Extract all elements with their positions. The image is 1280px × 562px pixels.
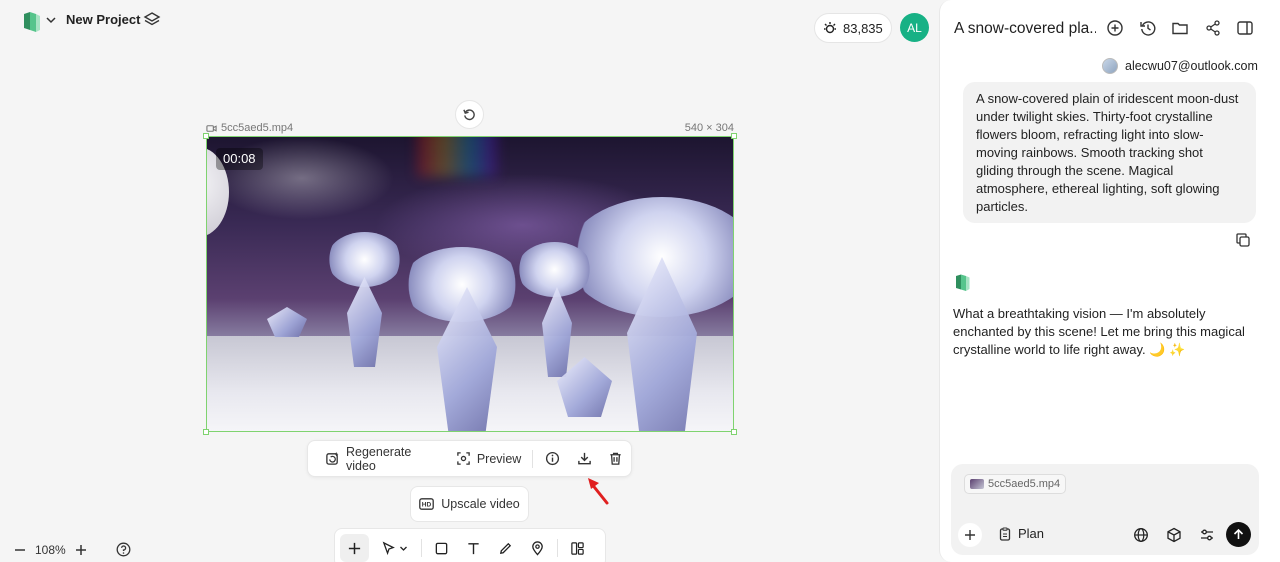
assistant-logo xyxy=(955,273,971,291)
info-button[interactable] xyxy=(537,445,568,473)
share-icon[interactable] xyxy=(1204,19,1222,37)
video-camera-icon xyxy=(206,123,217,134)
preview-icon xyxy=(456,451,471,466)
settings-sliders-icon[interactable] xyxy=(1199,527,1215,543)
user-message-text: A snow-covered plain of iridescent moon-… xyxy=(976,91,1239,214)
resize-handle-bottom-left[interactable] xyxy=(203,429,209,435)
zoom-controls: 108% xyxy=(14,539,87,561)
globe-icon[interactable] xyxy=(1133,527,1149,543)
annotation-arrow-icon xyxy=(585,474,611,506)
pen-tool-button[interactable] xyxy=(491,534,520,562)
resize-handle-top-right[interactable] xyxy=(731,133,737,139)
info-icon xyxy=(545,451,560,466)
pin-tool-button[interactable] xyxy=(523,534,552,562)
new-chat-icon[interactable] xyxy=(1106,19,1124,37)
video-crystal xyxy=(267,307,307,337)
toolbar-divider xyxy=(557,539,558,557)
reset-rotation-button[interactable] xyxy=(455,100,484,129)
attachment-chip[interactable]: 5cc5aed5.mp4 xyxy=(964,474,1067,494)
user-avatar[interactable]: AL xyxy=(900,13,929,42)
plan-label: Plan xyxy=(1018,526,1045,541)
text-tool-button[interactable] xyxy=(459,534,488,562)
delete-button[interactable] xyxy=(600,445,631,473)
regenerate-icon xyxy=(325,451,340,466)
user-message-bubble: A snow-covered plain of iridescent moon-… xyxy=(963,82,1256,223)
zoom-in-button[interactable] xyxy=(75,544,87,556)
help-icon[interactable] xyxy=(116,542,131,557)
regenerate-video-label: Regenerate video xyxy=(346,444,412,473)
video-action-bar: Regenerate video Preview xyxy=(307,440,632,477)
chat-title: A snow-covered pla... xyxy=(954,20,1096,37)
zoom-level[interactable]: 108% xyxy=(35,543,66,557)
layout-grid-icon xyxy=(570,541,585,556)
video-frame[interactable] xyxy=(206,136,734,432)
video-file-label: 5cc5aed5.mp4 xyxy=(206,122,293,134)
upscale-video-button[interactable]: HD Upscale video xyxy=(410,486,529,522)
author-avatar xyxy=(1102,58,1118,74)
author-email: alecwu07@outlook.com xyxy=(1125,59,1258,73)
message-author: alecwu07@outlook.com xyxy=(1102,58,1258,74)
pencil-icon xyxy=(498,541,513,556)
clipboard-icon xyxy=(998,526,1012,541)
credits-count: 83,835 xyxy=(843,20,883,36)
send-button[interactable] xyxy=(1226,522,1251,547)
layers-icon[interactable] xyxy=(143,11,161,29)
select-tool-button[interactable] xyxy=(372,534,416,562)
layout-tool-button[interactable] xyxy=(563,534,592,562)
video-timestamp: 00:08 xyxy=(216,148,263,170)
video-dimensions: 540 × 304 xyxy=(684,122,734,134)
video-crystal xyxy=(347,277,382,367)
video-rainbow xyxy=(417,137,497,177)
video-crystal-flower xyxy=(517,242,592,297)
cursor-icon xyxy=(381,541,396,556)
rectangle-tool-button[interactable] xyxy=(427,534,456,562)
square-icon xyxy=(434,541,449,556)
location-pin-icon xyxy=(530,540,545,556)
attachment-thumbnail xyxy=(970,479,984,489)
cube-icon[interactable] xyxy=(1166,527,1182,543)
svg-text:HD: HD xyxy=(422,502,432,509)
folder-icon[interactable] xyxy=(1171,19,1189,37)
resize-handle-bottom-right[interactable] xyxy=(731,429,737,435)
upscale-video-label: Upscale video xyxy=(441,497,520,511)
preview-label: Preview xyxy=(476,451,522,466)
text-icon xyxy=(466,541,481,556)
zoom-out-button[interactable] xyxy=(14,544,26,556)
action-bar-divider xyxy=(532,449,534,468)
download-button[interactable] xyxy=(569,445,600,473)
history-icon[interactable] xyxy=(1139,19,1157,37)
download-icon xyxy=(577,451,592,466)
resize-handle-top-left[interactable] xyxy=(203,133,209,139)
video-crystal xyxy=(542,287,572,377)
plus-icon xyxy=(347,541,362,556)
toolbar-divider xyxy=(421,539,422,557)
credits-badge[interactable]: 83,835 xyxy=(814,13,892,43)
copy-icon[interactable] xyxy=(1235,232,1251,248)
chevron-down-icon xyxy=(399,544,408,553)
preview-button[interactable]: Preview xyxy=(449,445,528,473)
regenerate-video-button[interactable]: Regenerate video xyxy=(318,445,449,473)
attachment-name: 5cc5aed5.mp4 xyxy=(988,478,1061,490)
canvas-toolbar xyxy=(334,528,606,562)
arrow-up-icon xyxy=(1232,528,1245,541)
app-logo[interactable] xyxy=(22,10,42,32)
hd-icon: HD xyxy=(419,498,435,510)
add-tool-button[interactable] xyxy=(340,534,369,562)
credits-icon xyxy=(823,21,837,35)
video-file-name: 5cc5aed5.mp4 xyxy=(221,122,294,134)
project-menu-chevron-icon[interactable] xyxy=(45,14,57,26)
trash-icon xyxy=(608,451,623,466)
assistant-message-text: What a breathtaking vision — I'm absolut… xyxy=(953,306,1245,357)
add-attachment-button[interactable] xyxy=(958,523,982,547)
sidebar-toggle-icon[interactable] xyxy=(1236,19,1254,37)
project-name[interactable]: New Project xyxy=(66,12,140,28)
plan-button[interactable]: Plan xyxy=(998,526,1044,541)
